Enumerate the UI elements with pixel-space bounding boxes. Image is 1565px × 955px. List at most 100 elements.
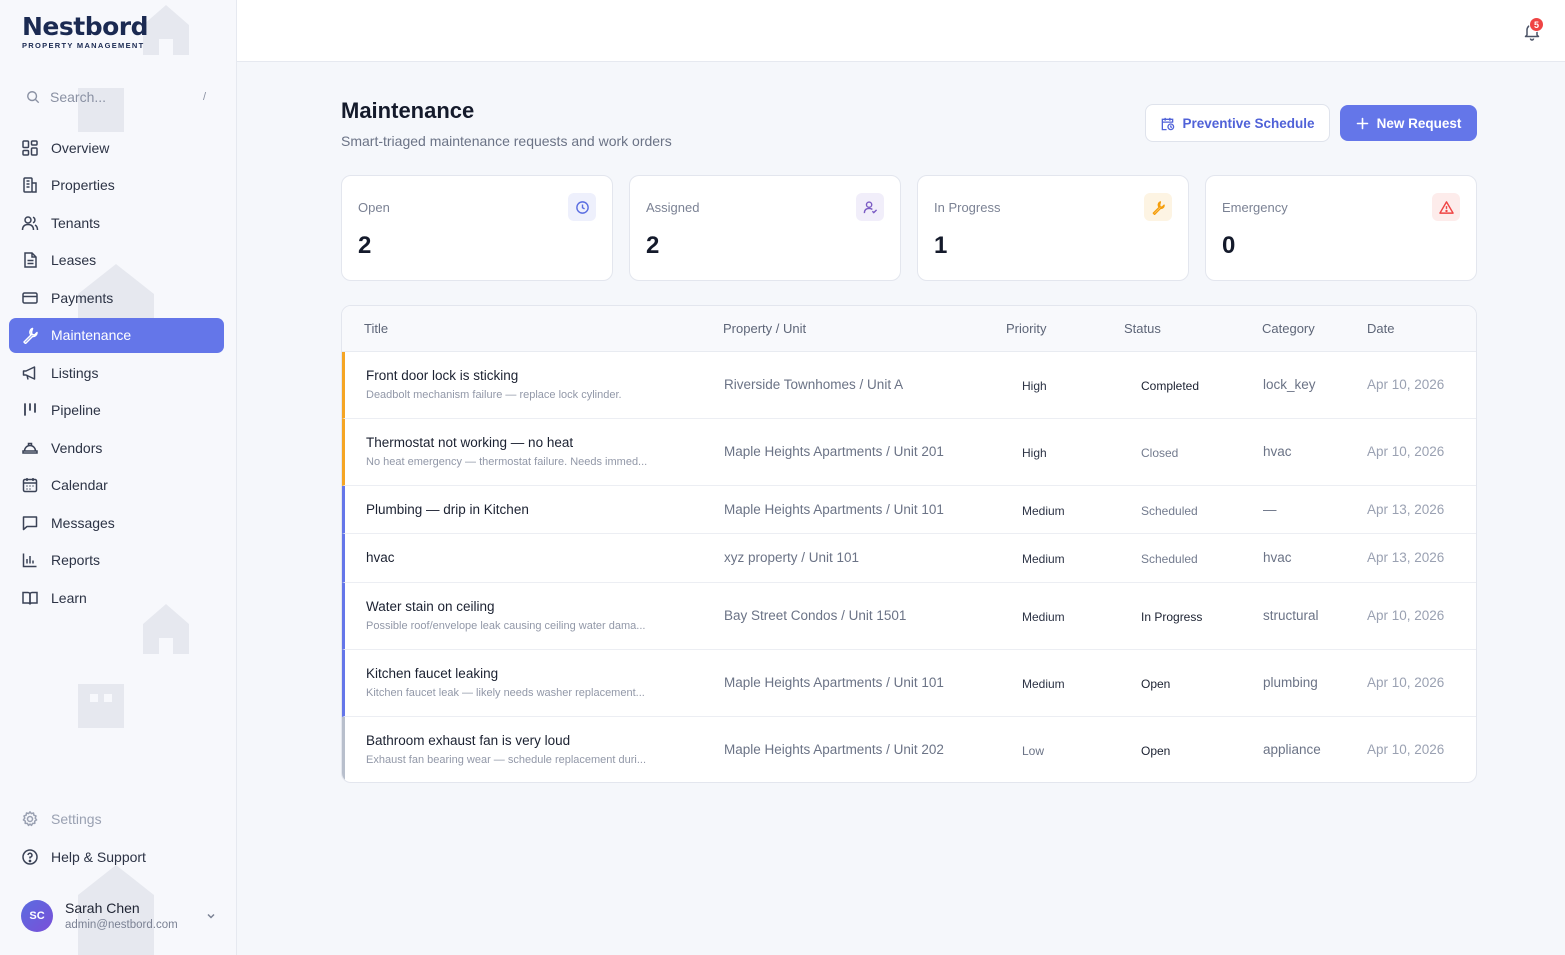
search-icon [27,90,40,103]
category: lock_key [1263,377,1316,392]
request-title: Bathroom exhaust fan is very loud [366,733,571,748]
table-header: Title Property / Unit Priority Status Ca… [342,306,1476,352]
kanban-icon [24,403,36,416]
house-watermark-icon [143,5,189,55]
sidebar-item-calendar[interactable]: Calendar [9,468,224,503]
property-unit: Bay Street Condos / Unit 1501 [724,608,907,623]
table-row[interactable]: Water stain on ceiling Possible roof/env… [342,583,1476,650]
sidebar-item-learn[interactable]: Learn [9,580,224,615]
sidebar-nav: Overview Properties Tenants Leases Payme… [9,130,224,618]
sidebar-item-listings[interactable]: Listings [9,355,224,390]
priority-badge: Low [1022,744,1045,758]
stat-card-in-progress[interactable]: In Progress 1 [917,175,1189,281]
sidebar-item-label: Help & Support [51,848,146,865]
property-unit: Maple Heights Apartments / Unit 202 [724,742,944,757]
sidebar-item-maintenance[interactable]: Maintenance [9,317,224,353]
category: — [1263,502,1277,517]
message-icon [22,515,38,530]
megaphone-icon [22,365,36,380]
column-header-priority[interactable]: Priority [1006,321,1046,336]
column-header-category[interactable]: Category [1262,321,1315,336]
column-header-status[interactable]: Status [1124,321,1161,336]
request-description: Exhaust fan bearing wear — schedule repl… [366,754,647,766]
sidebar-item-label: Settings [51,810,102,827]
search-input[interactable]: Search... / [14,80,218,113]
wrench-icon [23,327,38,344]
sidebar-item-messages[interactable]: Messages [9,505,224,540]
chevron-down-icon[interactable] [205,910,217,922]
sidebar-item-overview[interactable]: Overview [9,130,224,165]
date: Apr 10, 2026 [1367,377,1445,392]
sidebar-item-vendors[interactable]: Vendors [9,430,224,465]
stat-label: In Progress [934,200,1001,215]
stat-label: Emergency [1222,200,1288,215]
new-request-button[interactable]: New Request [1340,105,1477,141]
stat-card-open[interactable]: Open 2 [341,175,613,281]
request-title: Water stain on ceiling [366,599,495,614]
brand-name: Nestbord [22,12,149,41]
avatar: SC [21,900,53,932]
sidebar-item-label: Pipeline [51,402,101,418]
request-title: Thermostat not working — no heat [366,435,574,450]
date: Apr 13, 2026 [1367,550,1445,565]
request-description: No heat emergency — thermostat failure. … [366,456,648,468]
sidebar: Nestbord PROPERTY MANAGEMENT Search... /… [0,0,237,955]
sidebar-item-properties[interactable]: Properties [9,168,224,203]
request-title: hvac [366,550,395,565]
sidebar-item-leases[interactable]: Leases [9,243,224,278]
sidebar-item-label: Tenants [51,214,101,231]
status-badge: Open [1141,677,1171,691]
table-row[interactable]: hvac xyz property / Unit 101 Medium Sche… [342,534,1476,583]
request-title: Plumbing — drip in Kitchen [366,502,529,517]
table-row[interactable]: Thermostat not working — no heat No heat… [342,419,1476,486]
table-row[interactable]: Bathroom exhaust fan is very loud Exhaus… [342,717,1476,782]
top-bar: 5 [237,0,1565,62]
table-row[interactable]: Front door lock is sticking Deadbolt mec… [342,352,1476,419]
sidebar-item-label: Listings [51,364,99,381]
preventive-schedule-button[interactable]: Preventive Schedule [1145,104,1330,142]
date: Apr 13, 2026 [1367,502,1445,517]
property-unit: xyz property / Unit 101 [724,550,860,565]
brand-tagline: PROPERTY MANAGEMENT [22,41,145,50]
column-header-date[interactable]: Date [1367,321,1394,336]
stat-card-assigned[interactable]: Assigned 2 [629,175,901,281]
sidebar-item-tenants[interactable]: Tenants [9,205,224,240]
table-row[interactable]: Plumbing — drip in Kitchen Maple Heights… [342,486,1476,534]
sidebar-item-help[interactable]: Help & Support [9,839,224,874]
category: hvac [1263,444,1292,459]
user-menu[interactable]: SC Sarah Chen admin@nestbord.com [21,899,217,933]
priority-badge: High [1022,446,1047,460]
stat-label: Open [358,200,390,215]
brand-logo[interactable]: Nestbord PROPERTY MANAGEMENT [22,12,149,51]
clock-icon [568,193,596,221]
page-title: Maintenance [341,98,475,123]
stat-card-emergency[interactable]: Emergency 0 [1205,175,1477,281]
sidebar-item-pipeline[interactable]: Pipeline [9,393,224,428]
sidebar-item-label: Calendar [51,477,108,493]
stat-value: 1 [934,232,948,259]
priority-badge: Medium [1022,677,1065,691]
user-email: admin@nestbord.com [65,919,178,931]
property-unit: Riverside Townhomes / Unit A [724,377,904,392]
document-icon [24,252,37,268]
hard-hat-icon [22,442,38,454]
sidebar-item-payments[interactable]: Payments [9,280,224,315]
search-placeholder: Search... [50,88,107,105]
sidebar-item-label: Messages [51,514,115,531]
bar-chart-icon [22,553,37,568]
status-badge: Scheduled [1141,552,1198,566]
stat-value: 2 [646,232,660,259]
column-header-title[interactable]: Title [364,321,388,336]
table-row[interactable]: Kitchen faucet leaking Kitchen faucet le… [342,650,1476,717]
request-description: Kitchen faucet leak — likely needs washe… [366,687,645,699]
status-badge: Scheduled [1141,504,1198,518]
property-unit: Maple Heights Apartments / Unit 101 [724,502,944,517]
priority-badge: Medium [1022,504,1065,518]
status-badge: Completed [1141,379,1200,393]
stat-label: Assigned [646,200,700,215]
preventive-schedule-label: Preventive Schedule [1182,115,1315,131]
column-header-property[interactable]: Property / Unit [723,321,806,336]
sidebar-item-reports[interactable]: Reports [9,543,224,578]
sidebar-item-label: Overview [51,139,110,156]
sidebar-item-settings[interactable]: Settings [9,801,224,836]
